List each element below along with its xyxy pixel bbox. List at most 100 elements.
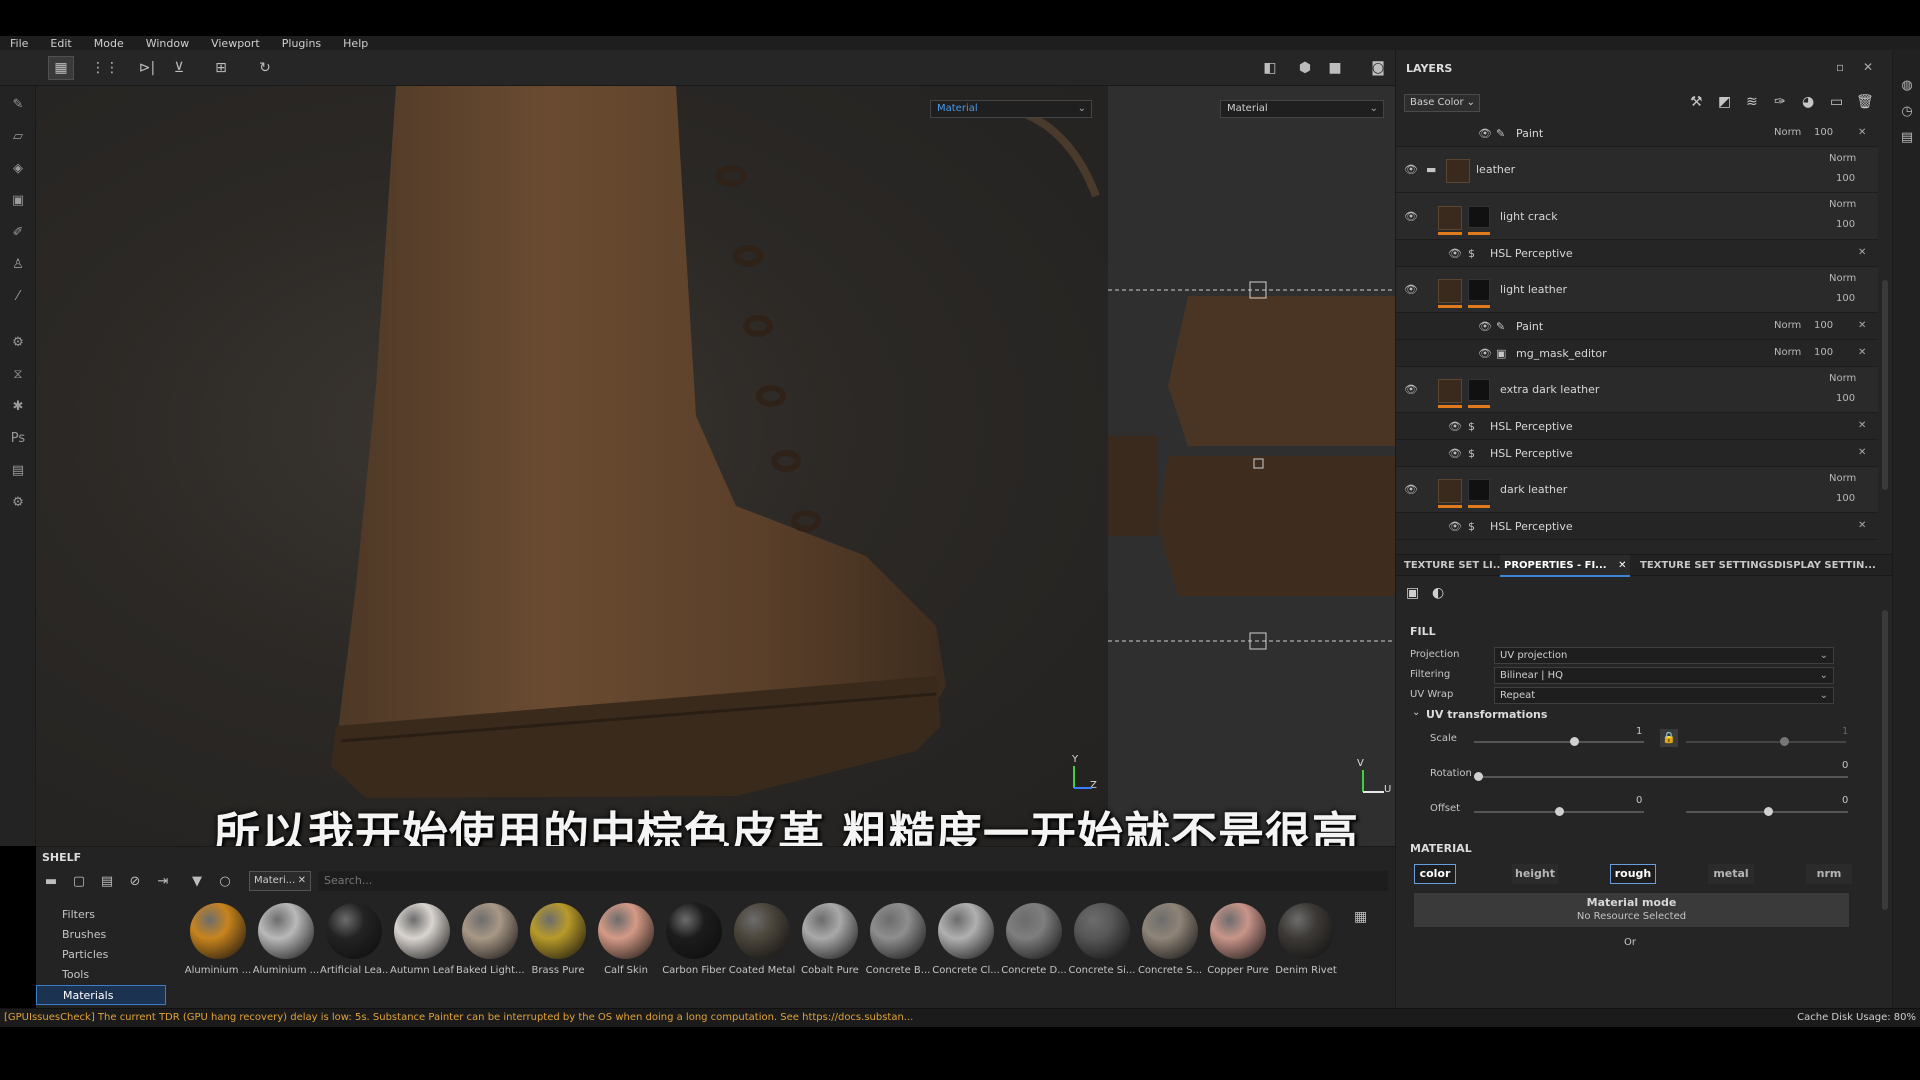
add-icon[interactable]: ⊞ xyxy=(208,56,234,80)
layer-blend-mode[interactable]: Norm xyxy=(1829,199,1856,210)
remove-icon[interactable]: ✕ xyxy=(1858,420,1866,431)
new-tab-icon[interactable]: ▢ xyxy=(68,870,90,892)
rotation-slider-track[interactable] xyxy=(1474,776,1848,778)
circle-icon[interactable]: ○ xyxy=(214,870,236,892)
material-sphere-icon[interactable]: ◐ xyxy=(1432,585,1444,601)
symmetry-x-icon[interactable]: ⊳| xyxy=(134,56,160,80)
mask-thumbnail[interactable] xyxy=(1468,479,1490,501)
menu-window[interactable]: Window xyxy=(146,37,189,50)
material-thumbnail[interactable]: Cobalt Pure xyxy=(796,903,864,976)
plugin-icon[interactable]: ⚙ xyxy=(8,492,28,512)
layer-opacity[interactable]: 100 xyxy=(1836,493,1855,504)
mask-thumbnail[interactable] xyxy=(1468,379,1490,401)
layer-opacity[interactable]: 100 xyxy=(1836,393,1855,404)
layer-row-effect[interactable]: 👁 $ HSL Perceptive ✕ xyxy=(1396,413,1878,440)
uv-transformations-title[interactable]: UV transformations xyxy=(1426,708,1547,721)
layer-opacity[interactable]: 100 xyxy=(1836,219,1855,230)
add-effect-icon[interactable]: ⚒ xyxy=(1690,94,1703,110)
fill-icon[interactable]: ▣ xyxy=(1406,585,1419,601)
delete-layer-icon[interactable]: 🗑 xyxy=(1856,94,1874,110)
viewport-3d[interactable]: Material ⌄ Y Z xyxy=(36,86,1108,846)
scale-slider-track[interactable] xyxy=(1474,741,1644,743)
history-icon[interactable]: ◷ xyxy=(1898,102,1916,120)
material-thumbnail[interactable]: Calf Skin xyxy=(592,903,660,976)
grid-view-icon[interactable]: ▦ xyxy=(1354,909,1367,925)
split-view-icon[interactable]: ◧ xyxy=(1257,56,1283,80)
history-icon[interactable]: ↻ xyxy=(252,56,278,80)
lock-icon[interactable]: 🔒 xyxy=(1660,729,1678,747)
export-icon[interactable]: ▤ xyxy=(8,460,28,480)
material-thumbnail[interactable]: Carbon Fiber xyxy=(660,903,728,976)
gpu-warning[interactable]: [GPUIssuesCheck] The current TDR (GPU ha… xyxy=(4,1009,913,1027)
tab-texture-set-list[interactable]: TEXTURE SET LI... xyxy=(1400,555,1508,577)
mask-thumbnail[interactable] xyxy=(1468,279,1490,301)
shelf-filter-tag[interactable]: Materi... ✕ xyxy=(249,871,311,891)
tab-properties-fill[interactable]: PROPERTIES - FI... ✕ xyxy=(1500,555,1631,577)
eye-icon[interactable]: 👁 xyxy=(1448,520,1462,533)
eye-icon[interactable]: 👁 xyxy=(1478,127,1492,140)
layers-scrollbar[interactable] xyxy=(1882,280,1888,490)
bake-icon[interactable]: ⧖ xyxy=(8,364,28,384)
layer-row-effect[interactable]: 👁 $ HSL Perceptive ✕ xyxy=(1396,440,1878,467)
material-thumbnail[interactable]: Concrete D... xyxy=(1000,903,1068,976)
tab-display-settings[interactable]: DISPLAY SETTIN... xyxy=(1770,555,1880,577)
add-paint-layer-icon[interactable]: ✑ xyxy=(1774,94,1786,110)
photoshop-icon[interactable]: Ps xyxy=(8,428,28,448)
sub-layer-opacity[interactable]: 100 xyxy=(1814,347,1833,358)
properties-scrollbar[interactable] xyxy=(1882,610,1888,910)
eye-icon[interactable]: 👁 xyxy=(1448,447,1462,460)
add-folder-icon[interactable]: ▭ xyxy=(1830,94,1843,110)
viewport-material-dropdown[interactable]: Material ⌄ xyxy=(930,100,1092,118)
add-smart-material-icon[interactable]: ◕ xyxy=(1802,94,1814,110)
channel-metal-button[interactable]: metal xyxy=(1708,864,1754,884)
layer-row-fill[interactable]: 👁 extra dark leather Norm 100 xyxy=(1396,367,1878,413)
layer-opacity[interactable]: 100 xyxy=(1836,173,1855,184)
channel-rough-button[interactable]: rough xyxy=(1610,864,1656,884)
filtering-select[interactable]: Bilinear | HQ ⌄ xyxy=(1494,667,1834,684)
material-thumbnail[interactable]: Aluminium ... xyxy=(252,903,320,976)
shelf-category-particles[interactable]: Particles xyxy=(36,945,166,965)
eye-icon[interactable]: 👁 xyxy=(1404,283,1418,296)
shelf-category-materials[interactable]: Materials xyxy=(36,985,166,1005)
add-mask-icon[interactable]: ◩ xyxy=(1718,94,1731,110)
layer-blend-mode[interactable]: Norm xyxy=(1829,373,1856,384)
material-mode-box[interactable]: Material mode No Resource Selected xyxy=(1414,893,1849,927)
sub-layer-opacity[interactable]: 100 xyxy=(1814,320,1833,331)
shelf-category-tools[interactable]: Tools xyxy=(36,965,166,985)
material-thumbnail[interactable]: Autumn Leaf xyxy=(388,903,456,976)
sub-layer-blend-mode[interactable]: Norm xyxy=(1774,320,1801,331)
color-picker-icon[interactable]: ⁄ xyxy=(8,286,28,306)
import-icon[interactable]: ⇥ xyxy=(152,870,174,892)
remove-icon[interactable]: ✕ xyxy=(1858,347,1866,358)
offset-slider-knob[interactable] xyxy=(1555,807,1564,816)
paint-brush-icon[interactable]: ✎ xyxy=(8,94,28,114)
menu-mode[interactable]: Mode xyxy=(94,37,124,50)
layer-blend-mode[interactable]: Norm xyxy=(1829,153,1856,164)
camera-icon[interactable]: ■ xyxy=(1322,56,1348,80)
sub-layer-blend-mode[interactable]: Norm xyxy=(1774,127,1801,138)
add-fill-layer-icon[interactable]: ≋ xyxy=(1746,94,1758,110)
grid-icon[interactable]: ⋮⋮ xyxy=(91,56,119,80)
layer-row-sub[interactable]: 👁 ✎ Paint Norm 100 ✕ xyxy=(1396,313,1878,340)
scale-slider-knob[interactable] xyxy=(1570,737,1579,746)
effects-icon[interactable]: ✱ xyxy=(8,396,28,416)
remove-icon[interactable]: ✕ xyxy=(1858,320,1866,331)
material-thumbnail[interactable]: Copper Pure xyxy=(1204,903,1272,976)
material-thumbnail[interactable]: Concrete B... xyxy=(864,903,932,976)
layer-row-effect[interactable]: 👁 $ HSL Perceptive ✕ xyxy=(1396,513,1878,540)
mask-thumbnail[interactable] xyxy=(1468,206,1490,228)
layer-row-fill[interactable]: 👁 light crack Norm 100 xyxy=(1396,193,1878,240)
eye-icon[interactable]: 👁 xyxy=(1478,320,1492,333)
hide-icon[interactable]: ⊘ xyxy=(124,870,146,892)
channel-nrm-button[interactable]: nrm xyxy=(1806,864,1852,884)
material-thumbnail[interactable]: Coated Metal xyxy=(728,903,796,976)
material-thumbnail[interactable]: Artificial Lea... xyxy=(320,903,388,976)
material-thumbnail[interactable]: Concrete S... xyxy=(1136,903,1204,976)
close-panel-icon[interactable]: ✕ xyxy=(1863,60,1873,74)
material-thumbnail[interactable]: Concrete Cl... xyxy=(932,903,1000,976)
log-icon[interactable]: ▤ xyxy=(1898,128,1916,146)
library-icon[interactable]: ▤ xyxy=(96,870,118,892)
menu-help[interactable]: Help xyxy=(343,37,368,50)
layer-row-fill[interactable]: 👁 dark leather Norm 100 xyxy=(1396,467,1878,513)
uvwrap-select[interactable]: Repeat ⌄ xyxy=(1494,687,1834,704)
